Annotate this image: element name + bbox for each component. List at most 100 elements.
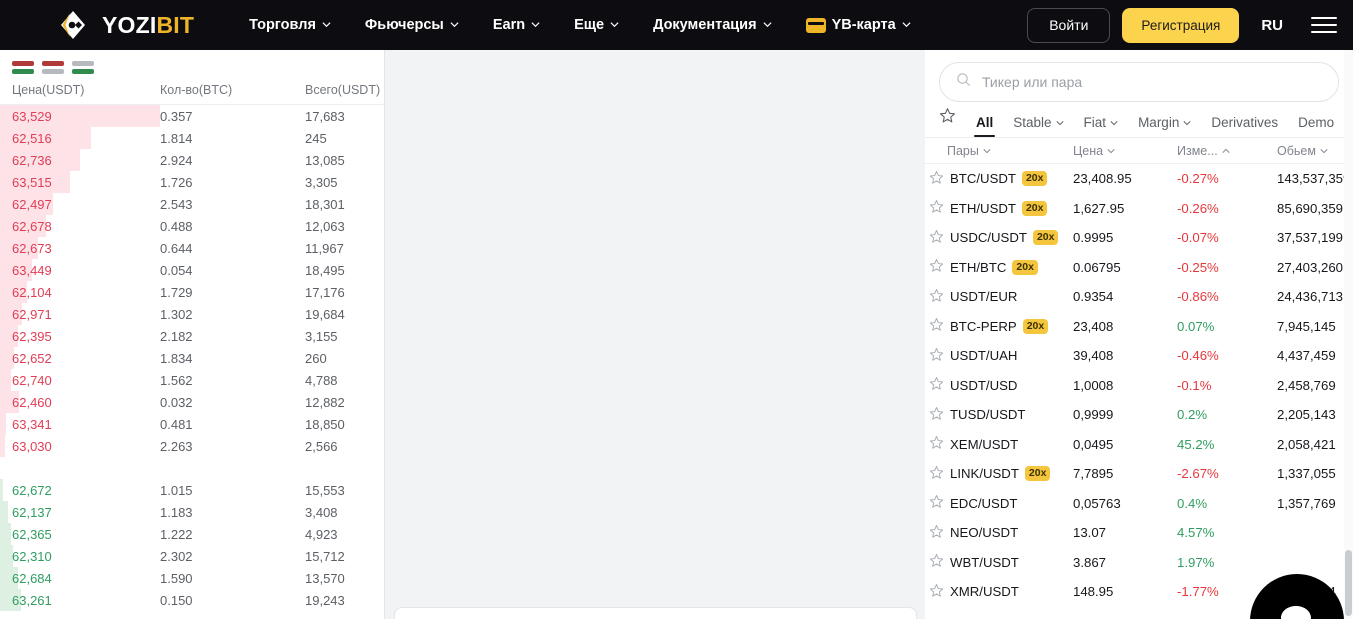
order-amount: 2.543 [160,196,193,212]
chevron-down-icon [1056,120,1064,125]
star-icon[interactable] [929,583,944,598]
language-switcher[interactable]: RU [1251,17,1293,34]
favorites-star-icon[interactable] [939,107,966,137]
market-row[interactable]: USDC/USDT 20x 0.9995 -0.07% 37,537,199 [925,223,1353,253]
star-icon[interactable] [929,524,944,539]
order-book-row[interactable]: 63,030 2.263 2,566 [0,435,384,457]
market-change: -0.86% [1177,289,1219,305]
search-box[interactable] [939,62,1339,102]
tab-demo[interactable]: Demo [1288,115,1344,137]
hamburger-menu-icon[interactable] [1311,12,1337,38]
market-change: -0.07% [1177,230,1219,246]
order-book-row[interactable]: 62,673 0.644 11,967 [0,237,384,259]
star-icon[interactable] [929,170,944,185]
market-pair-name: BTC/USDT [950,171,1016,187]
scrollbar-thumb[interactable] [1345,550,1352,616]
order-amount: 1.729 [160,284,193,300]
star-icon[interactable] [929,229,944,244]
order-book-row[interactable]: 62,497 2.543 18,301 [0,193,384,215]
tab-fiat[interactable]: Fiat [1074,115,1129,137]
star-icon[interactable] [929,376,944,391]
register-button[interactable]: Регистрация [1122,7,1240,43]
market-row[interactable]: XEM/USDT 0,0495 45.2% 2,058,421 [925,430,1353,460]
tab-margin[interactable]: Margin [1128,115,1201,137]
market-row[interactable]: ETH/BTC 20x 0.06795 -0.25% 27,403,260 [925,253,1353,283]
order-book-row[interactable]: 62,365 1.222 4,923 [0,523,384,545]
column-label: Изме... [1177,143,1218,158]
order-book-row[interactable]: 62,516 1.814 245 [0,127,384,149]
order-book-row[interactable]: 62,652 1.834 260 [0,347,384,369]
order-book-row[interactable]: 62,310 2.302 15,712 [0,545,384,567]
toggle-both-sides-view[interactable] [12,61,34,74]
search-input[interactable] [982,74,1322,90]
tab-all[interactable]: All [966,115,1003,137]
star-icon[interactable] [929,258,944,273]
order-book-row[interactable]: 62,460 0.032 12,882 [0,391,384,413]
order-book-row[interactable]: 62,684 1.590 13,570 [0,567,384,589]
nav-item-earn[interactable]: Earn [476,0,557,50]
market-row[interactable]: BTC-PERP 20x 23,408 0.07% 7,945,145 [925,312,1353,342]
order-book-row[interactable]: 63,515 1.726 3,305 [0,171,384,193]
star-icon[interactable] [929,347,944,362]
nav-item-trade[interactable]: Торговля [232,0,348,50]
star-icon[interactable] [929,317,944,332]
market-row[interactable]: NEO/USDT 13.07 4.57% [925,518,1353,548]
column-volume[interactable]: Обьем [1277,144,1353,158]
market-row[interactable]: USDT/UAH 39,408 -0.46% 4,437,459 [925,341,1353,371]
tab-derivatives[interactable]: Derivatives [1201,115,1288,137]
order-book-row[interactable]: 62,395 2.182 3,155 [0,325,384,347]
toggle-buy-only-view[interactable] [72,61,94,74]
order-book-row[interactable]: 62,104 1.729 17,176 [0,281,384,303]
column-pairs[interactable]: Пары [925,144,1073,158]
market-row[interactable]: USDT/USD 1,0008 -0.1% 2,458,769 [925,371,1353,401]
market-filter-tabs: All Stable Fiat Margin Derivatives Demo [925,102,1353,138]
market-change: 1.97% [1177,554,1215,570]
market-volume: 37,537,199 [1277,230,1344,246]
tab-label: Derivatives [1211,115,1279,130]
order-book-row[interactable]: 63,449 0.054 18,495 [0,259,384,281]
star-icon[interactable] [929,435,944,450]
tab-label: Stable [1013,115,1052,130]
star-icon[interactable] [929,406,944,421]
star-icon[interactable] [929,199,944,214]
star-icon[interactable] [929,553,944,568]
order-book-row[interactable]: 63,529 0.357 17,683 [0,105,384,127]
order-book-row[interactable]: 63,261 0.150 19,243 [0,589,384,611]
market-row[interactable]: BTC/USDT 20x 23,408.95 -0.27% 143,537,359 [925,164,1353,194]
nav-item-futures[interactable]: Фьючерсы [348,0,476,50]
market-row[interactable]: EDC/USDT 0,05763 0.4% 1,357,769 [925,489,1353,519]
star-icon[interactable] [929,494,944,509]
market-row[interactable]: WBT/USDT 3.867 1.97% [925,548,1353,578]
market-change: -2.67% [1177,466,1219,482]
nav-item-more[interactable]: Еще [557,0,636,50]
market-pair-name: ETH/USDT [950,200,1016,216]
nav-item-yb-card[interactable]: YB-карта [789,0,928,50]
tab-stable[interactable]: Stable [1003,115,1073,137]
market-row[interactable]: USDT/EUR 0.9354 -0.86% 24,436,713 [925,282,1353,312]
order-book-row[interactable]: 62,971 1.302 19,684 [0,303,384,325]
star-icon[interactable] [929,288,944,303]
column-price[interactable]: Цена [1073,144,1177,158]
markets-scrollbar[interactable] [1344,50,1353,619]
logo-text: YOZIBIT [102,11,195,38]
star-icon[interactable] [929,465,944,480]
market-volume: 2,058,421 [1277,436,1336,452]
nav-item-documentation[interactable]: Документация [636,0,789,50]
order-book-row[interactable]: 63,341 0.481 18,850 [0,413,384,435]
market-row[interactable]: TUSD/USDT 0,9999 0.2% 2,205,143 [925,400,1353,430]
market-row[interactable]: LINK/USDT 20x 7,7895 -2.67% 1,337,055 [925,459,1353,489]
toggle-sell-only-view[interactable] [42,61,64,74]
order-book-row[interactable]: 62,736 2.924 13,085 [0,149,384,171]
order-book-row[interactable]: 62,678 0.488 12,063 [0,215,384,237]
column-change[interactable]: Изме... [1177,144,1277,158]
card-icon [805,17,826,33]
order-total: 12,063 [305,218,345,234]
search-area [925,50,1353,102]
order-book-row[interactable]: 62,137 1.183 3,408 [0,501,384,523]
logo[interactable]: YOZIBIT [60,0,194,50]
login-button[interactable]: Войти [1027,7,1111,43]
order-book-row[interactable]: 62,740 1.562 4,788 [0,369,384,391]
market-row[interactable]: ETH/USDT 20x 1,627.95 -0.26% 85,690,359 [925,194,1353,224]
order-total: 260 [305,350,327,366]
order-book-row[interactable]: 62,672 1.015 15,553 [0,479,384,501]
